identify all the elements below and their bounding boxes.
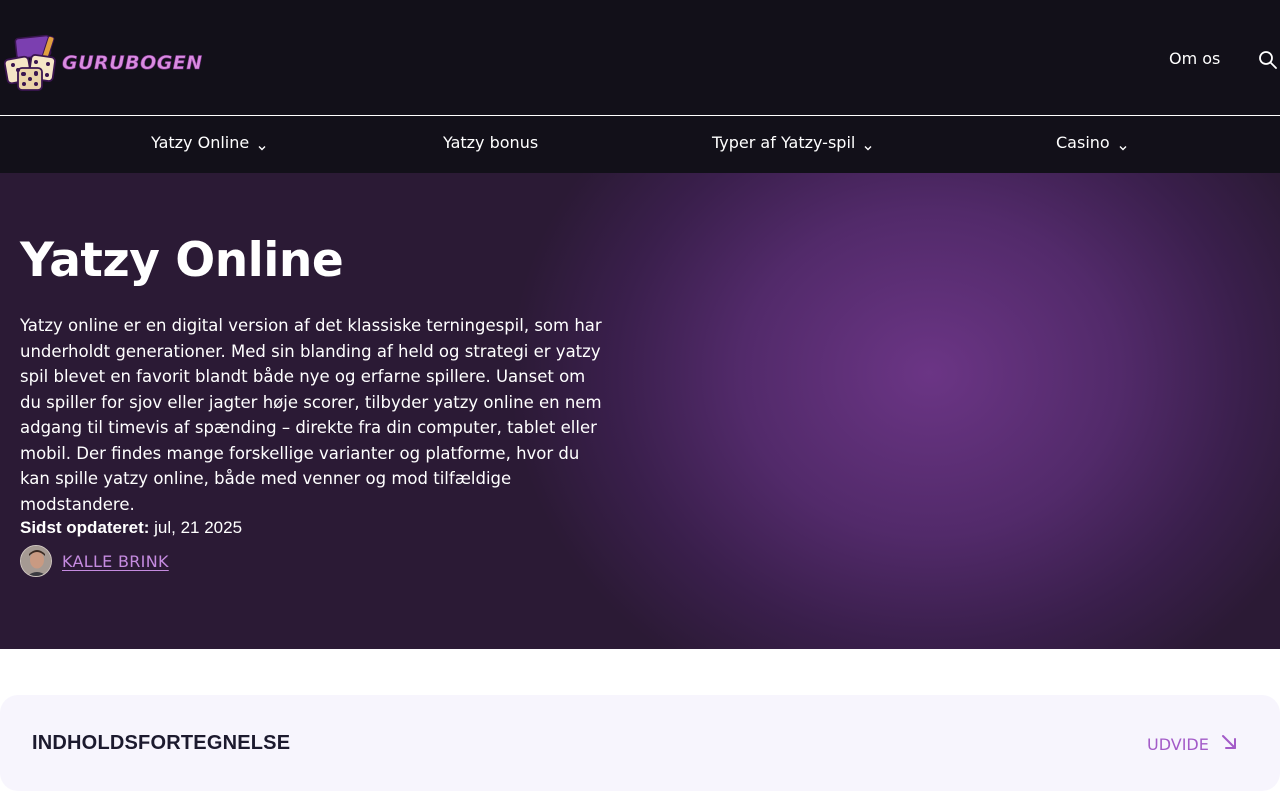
hero-section: Yatzy Online Yatzy online er en digital … — [0, 173, 1280, 649]
last-updated: Sidst opdateret: jul, 21 2025 — [20, 518, 242, 538]
nav-item-casino[interactable]: Casino — [1056, 133, 1128, 152]
table-of-contents: INDHOLDSFORTEGNELSE UDVIDE — [0, 695, 1280, 791]
last-updated-label: Sidst opdateret: — [20, 518, 150, 537]
main-navigation: Yatzy Online Yatzy bonus Typer af Yatzy-… — [0, 116, 1280, 173]
nav-item-yatzy-online[interactable]: Yatzy Online — [151, 133, 267, 152]
chevron-down-icon — [1118, 138, 1128, 150]
page-title: Yatzy Online — [20, 233, 344, 288]
toc-title: INDHOLDSFORTEGNELSE — [32, 732, 291, 754]
logo-text: GURUBOGEN — [62, 52, 203, 75]
toc-expand-label: UDVIDE — [1147, 734, 1209, 754]
toc-expand-button[interactable]: UDVIDE — [1147, 732, 1239, 756]
arrow-down-right-icon — [1219, 732, 1239, 756]
nav-item-label: Yatzy Online — [151, 133, 250, 152]
search-icon[interactable] — [1258, 50, 1278, 70]
author-byline: KALLE BRINK — [20, 545, 169, 577]
last-updated-date: jul, 21 2025 — [154, 518, 243, 537]
hero-intro-text: Yatzy online er en digital version af de… — [20, 316, 602, 514]
chevron-down-icon — [257, 138, 267, 150]
avatar — [20, 545, 52, 577]
nav-item-yatzy-bonus[interactable]: Yatzy bonus — [443, 133, 538, 152]
dice-logo-icon — [3, 34, 60, 92]
nav-item-label: Casino — [1056, 133, 1110, 152]
nav-link-om-os[interactable]: Om os — [1169, 49, 1220, 68]
chevron-down-icon — [863, 138, 873, 150]
site-header: GURUBOGEN Om os — [0, 0, 1280, 115]
nav-item-typer-af-yatzy-spil[interactable]: Typer af Yatzy-spil — [712, 133, 873, 152]
site-logo[interactable]: GURUBOGEN — [3, 33, 203, 93]
nav-item-label: Typer af Yatzy-spil — [712, 133, 856, 152]
author-link[interactable]: KALLE BRINK — [62, 552, 169, 571]
nav-item-label: Yatzy bonus — [443, 133, 539, 152]
